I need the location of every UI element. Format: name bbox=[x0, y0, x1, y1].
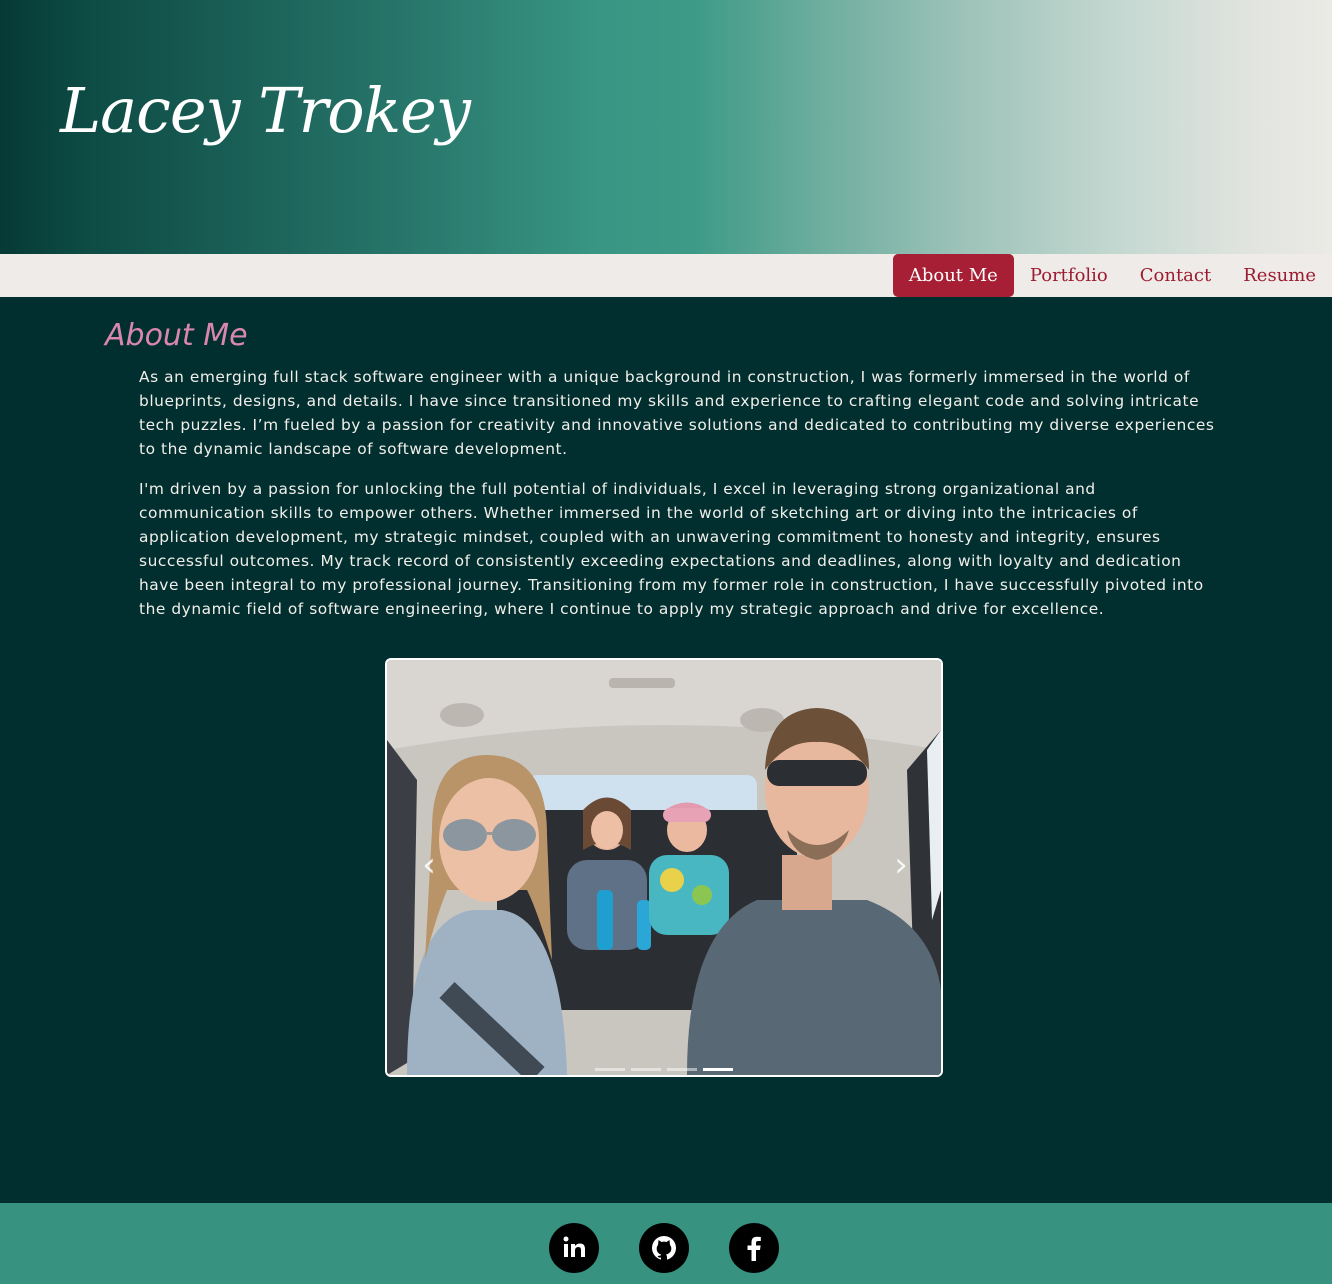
footer bbox=[0, 1203, 1332, 1284]
chevron-right-icon[interactable]: › bbox=[881, 845, 921, 885]
chevron-left-icon[interactable]: ‹ bbox=[409, 845, 449, 885]
carousel-indicator-3[interactable] bbox=[667, 1068, 697, 1071]
carousel-indicator-4[interactable] bbox=[703, 1068, 733, 1071]
family-photo bbox=[387, 660, 941, 1075]
section-title: About Me bbox=[105, 318, 248, 353]
navbar: About Me Portfolio Contact Resume bbox=[0, 254, 1332, 297]
nav-item-portfolio[interactable]: Portfolio bbox=[1014, 254, 1124, 297]
nav-item-about-me[interactable]: About Me bbox=[892, 254, 1014, 297]
carousel-indicator-1[interactable] bbox=[595, 1068, 625, 1071]
nav-list: About Me Portfolio Contact Resume bbox=[892, 254, 1332, 297]
carousel-indicator-2[interactable] bbox=[631, 1068, 661, 1071]
facebook-icon[interactable] bbox=[729, 1223, 779, 1273]
photo-carousel: ‹ › bbox=[385, 658, 943, 1077]
github-icon[interactable] bbox=[639, 1223, 689, 1273]
carousel-indicators bbox=[595, 1068, 733, 1071]
about-paragraph: As an emerging full stack software engin… bbox=[139, 368, 1215, 458]
hero-banner: Lacey Trokey bbox=[0, 0, 1332, 254]
nav-item-contact[interactable]: Contact bbox=[1124, 254, 1227, 297]
site-title: Lacey Trokey bbox=[60, 74, 471, 147]
nav-item-resume[interactable]: Resume bbox=[1227, 254, 1332, 297]
about-text: As an emerging full stack software engin… bbox=[139, 365, 1224, 621]
linkedin-icon[interactable] bbox=[549, 1223, 599, 1273]
about-paragraph: I'm driven by a passion for unlocking th… bbox=[139, 480, 1204, 618]
